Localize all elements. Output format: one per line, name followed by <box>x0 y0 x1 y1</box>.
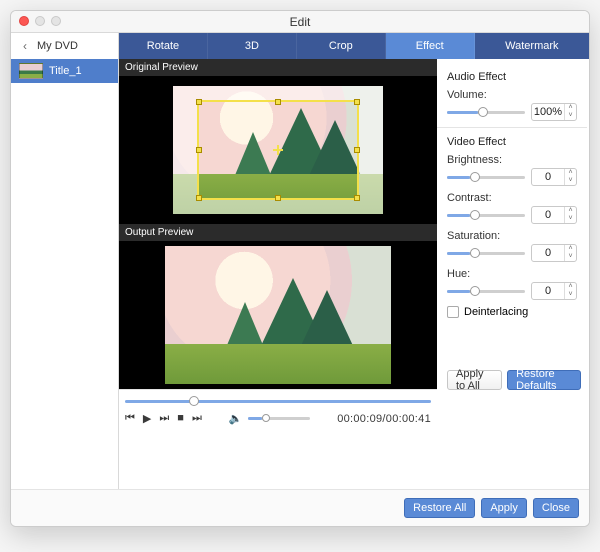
step-up-icon[interactable]: ˄ <box>565 283 576 291</box>
speaker-icon[interactable]: 🔈 <box>229 412 243 425</box>
brightness-value-box[interactable]: 0˄˅ <box>531 168 577 186</box>
step-up-icon[interactable]: ˄ <box>565 245 576 253</box>
apply-to-all-button[interactable]: Apply to All <box>447 370 502 390</box>
slider-head[interactable] <box>470 248 480 258</box>
restore-defaults-button[interactable]: Restore Defaults <box>507 370 581 390</box>
step-up-icon[interactable]: ˄ <box>565 207 576 215</box>
title-thumbnail <box>19 63 43 79</box>
saturation-slider[interactable] <box>447 252 525 255</box>
brightness-slider[interactable] <box>447 176 525 179</box>
main: Original Preview <box>119 59 589 489</box>
original-frame <box>173 86 383 214</box>
transport-buttons: ⏮ ▶ ⏭ ■ ⏭ <box>125 412 202 425</box>
window-title: Edit <box>290 15 311 29</box>
edit-window: Edit ‹ My DVD Rotate 3D Crop Effect Wate… <box>10 10 590 527</box>
crop-handle[interactable] <box>275 99 281 105</box>
tab-3d[interactable]: 3D <box>208 33 297 59</box>
volume-control: 🔈 <box>229 412 311 425</box>
window-controls <box>19 16 61 26</box>
crop-handle[interactable] <box>196 195 202 201</box>
breadcrumb[interactable]: ‹ My DVD <box>11 33 119 59</box>
hue-slider[interactable] <box>447 290 525 293</box>
step-down-icon[interactable]: ˅ <box>565 253 576 261</box>
slider-head[interactable] <box>470 286 480 296</box>
zoom-window-icon[interactable] <box>51 16 61 26</box>
play-icon[interactable]: ▶ <box>143 412 151 425</box>
volume-value-box[interactable]: 100%˄˅ <box>531 103 577 121</box>
output-preview-header: Output Preview <box>119 224 437 241</box>
crop-handle[interactable] <box>196 147 202 153</box>
saturation-value-box[interactable]: 0˄˅ <box>531 244 577 262</box>
volume-slider-audio[interactable] <box>447 111 525 114</box>
tabs: Rotate 3D Crop Effect Watermark <box>119 33 589 59</box>
step-down-icon[interactable]: ˅ <box>565 112 576 120</box>
next-icon[interactable]: ⏭ <box>192 412 202 425</box>
top-row: ‹ My DVD Rotate 3D Crop Effect Watermark <box>11 33 589 59</box>
bottom-bar: Restore All Apply Close <box>11 489 589 526</box>
volume-head[interactable] <box>262 414 270 422</box>
step-down-icon[interactable]: ˅ <box>565 215 576 223</box>
step-up-icon[interactable]: ˄ <box>565 169 576 177</box>
sidebar-item-label: Title_1 <box>49 65 82 77</box>
playback-controls: ⏮ ▶ ⏭ ■ ⏭ 🔈 <box>119 389 437 431</box>
video-section-label: Video Effect <box>447 136 577 148</box>
body: Title_1 Original Preview <box>11 59 589 489</box>
contrast-slider[interactable] <box>447 214 525 217</box>
crop-handle[interactable] <box>354 195 360 201</box>
progress-bar[interactable] <box>125 394 431 408</box>
crop-selection[interactable] <box>197 100 359 200</box>
crop-handle[interactable] <box>354 147 360 153</box>
brightness-label: Brightness: <box>447 154 577 166</box>
output-preview <box>119 241 437 389</box>
original-preview-header: Original Preview <box>119 59 437 76</box>
crop-handle[interactable] <box>354 99 360 105</box>
saturation-label: Saturation: <box>447 230 577 242</box>
volume-label: Volume: <box>447 89 577 101</box>
hue-label: Hue: <box>447 268 577 280</box>
slider-head[interactable] <box>470 210 480 220</box>
preview-column: Original Preview <box>119 59 437 489</box>
crop-handle[interactable] <box>275 195 281 201</box>
output-frame <box>165 246 391 384</box>
slider-head[interactable] <box>470 172 480 182</box>
close-button[interactable]: Close <box>533 498 579 518</box>
effect-panel: Audio Effect Volume: 100%˄˅ Video Effect… <box>437 59 589 489</box>
close-window-icon[interactable] <box>19 16 29 26</box>
deinterlacing-checkbox[interactable]: Deinterlacing <box>447 306 577 318</box>
crop-center-icon[interactable] <box>273 145 283 155</box>
tab-effect[interactable]: Effect <box>386 33 475 59</box>
stop-icon[interactable]: ■ <box>177 412 184 425</box>
audio-section-label: Audio Effect <box>447 71 577 83</box>
back-icon[interactable]: ‹ <box>19 40 31 52</box>
contrast-value-box[interactable]: 0˄˅ <box>531 206 577 224</box>
deinterlacing-label: Deinterlacing <box>464 306 528 318</box>
tab-crop[interactable]: Crop <box>297 33 386 59</box>
prev-icon[interactable]: ⏮ <box>125 412 135 425</box>
progress-head[interactable] <box>189 396 199 406</box>
sidebar: Title_1 <box>11 59 119 489</box>
crop-handle[interactable] <box>196 99 202 105</box>
original-preview[interactable] <box>119 76 437 224</box>
minimize-window-icon[interactable] <box>35 16 45 26</box>
fwd-icon[interactable]: ⏭ <box>159 412 169 425</box>
volume-slider[interactable] <box>248 417 310 420</box>
breadcrumb-name: My DVD <box>37 40 78 52</box>
titlebar[interactable]: Edit <box>11 11 589 33</box>
contrast-label: Contrast: <box>447 192 577 204</box>
checkbox-box-icon[interactable] <box>447 306 459 318</box>
tab-rotate[interactable]: Rotate <box>119 33 208 59</box>
apply-button[interactable]: Apply <box>481 498 527 518</box>
step-down-icon[interactable]: ˅ <box>565 177 576 185</box>
tab-watermark[interactable]: Watermark <box>475 33 589 59</box>
hue-value-box[interactable]: 0˄˅ <box>531 282 577 300</box>
restore-all-button[interactable]: Restore All <box>404 498 475 518</box>
step-down-icon[interactable]: ˅ <box>565 291 576 299</box>
time-display: 00:00:09/00:00:41 <box>337 413 431 425</box>
slider-head[interactable] <box>478 107 488 117</box>
sidebar-item-title1[interactable]: Title_1 <box>11 59 118 83</box>
step-up-icon[interactable]: ˄ <box>565 104 576 112</box>
